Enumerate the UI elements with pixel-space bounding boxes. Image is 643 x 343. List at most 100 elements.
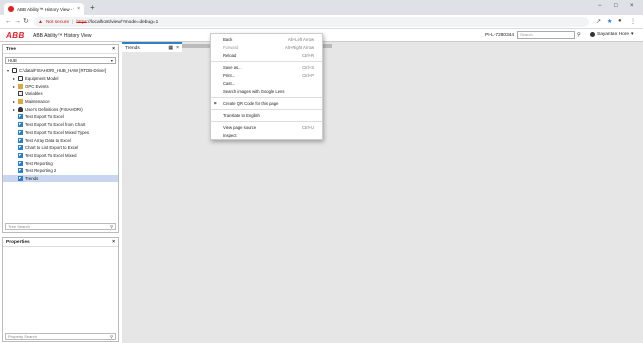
abb-favicon-icon [8, 6, 14, 12]
tree-node[interactable]: Test Export To Excel from Chart [3, 121, 118, 129]
minimize-icon[interactable]: − [598, 3, 602, 9]
menu-item-label: Print... [223, 73, 236, 79]
context-menu: Back Alt+Left Arrow Forward Alt+Right Arrow… [210, 33, 323, 140]
tree-node[interactable]: ▸ User's Definitions (FISAHORI) [3, 105, 118, 113]
search-icon[interactable]: ⚲ [110, 334, 113, 339]
menu-item[interactable]: Print... Ctrl+P [211, 72, 322, 80]
tree-node[interactable]: Test Reporting 2 [3, 167, 118, 175]
tree-node[interactable]: Test Export To Excel Mixed Types [3, 129, 118, 137]
properties-panel-header: Properties × [3, 238, 118, 247]
browser-tab-strip: ABB Ability™ History View - Tren × + − □… [0, 0, 643, 15]
tree-node[interactable]: ▸ Maintenance [3, 98, 118, 106]
search-icon[interactable]: ⚲ [110, 224, 113, 229]
data-source-value: HUB [8, 58, 17, 63]
folder-icon [18, 99, 23, 105]
menu-item[interactable]: Cast... [211, 80, 322, 88]
browser-toolbar: ← → ↻ ▲ Not secure | https://localhost/v… [0, 15, 643, 29]
maximize-icon[interactable]: □ [614, 3, 618, 9]
menu-item[interactable]: Search images with Google Lens [211, 88, 322, 96]
menu-item[interactable]: ⌗ Create QR Code for this page [211, 100, 322, 108]
tree-search-input[interactable]: Tree Search ⚲ [5, 223, 116, 230]
menu-item-label: Cast... [223, 81, 236, 87]
more-menu-icon[interactable]: ⋮ [630, 18, 636, 25]
chevron-right-icon[interactable]: ▸ [12, 76, 16, 81]
profile-icon[interactable]: ● [618, 18, 622, 24]
close-tab-icon[interactable]: × [77, 6, 80, 12]
tree-search-placeholder: Tree Search [8, 224, 30, 229]
not-secure-label[interactable]: Not secure [46, 20, 69, 25]
tree-view: ▾ C:\data\FISAHORI_HUB_HAW [RTDB-Driver] ▸… [3, 67, 118, 183]
tree-node[interactable]: Test Reporting [3, 159, 118, 167]
tab-trends[interactable]: Trends ▦ × [122, 42, 182, 52]
tree-node[interactable]: Trends [3, 174, 118, 183]
server-icon [18, 76, 23, 82]
close-icon[interactable]: × [176, 45, 179, 51]
menu-item[interactable]: View page source Ctrl+U [211, 124, 322, 132]
menu-item-label: Translate to English [223, 113, 260, 119]
tree-node-label: Test Export To Excel Mixed Types [25, 129, 90, 135]
tree-node-label: Equipment Model [25, 76, 59, 82]
forward-arrow-icon[interactable]: → [14, 17, 21, 26]
chart-icon [18, 175, 23, 181]
tree-node[interactable]: Test Export To Excel [3, 113, 118, 121]
menu-item-label: Save as... [223, 65, 242, 71]
close-window-icon[interactable]: × [630, 3, 634, 9]
tree-node[interactable]: ▾ C:\data\FISAHORI_HUB_HAW [RTDB-Driver] [3, 67, 118, 75]
address-bar[interactable]: ▲ Not secure | https://localhost/view/?m… [34, 17, 589, 27]
qr-code-icon: ⌗ [214, 101, 217, 107]
menu-item[interactable]: Back Alt+Left Arrow [211, 36, 322, 44]
bookmark-star-icon[interactable]: ★ [607, 18, 612, 25]
tree-node[interactable]: ▸ Equipment Model [3, 75, 118, 83]
menu-item[interactable]: Inspect [211, 132, 322, 140]
tree-node-label: Variables [25, 91, 43, 97]
tree-node[interactable]: Variables [3, 90, 118, 98]
menu-item[interactable]: Reload Ctrl+R [211, 52, 322, 60]
menu-item-shortcut: Ctrl+R [302, 53, 314, 59]
browser-tab[interactable]: ABB Ability™ History View - Tren × [4, 3, 84, 15]
tree-node[interactable]: Test Export To Excel Mixed [3, 152, 118, 160]
tree-node-label: Test Export To Excel Mixed [25, 152, 77, 158]
abb-logo: ABB [6, 31, 25, 40]
chevron-right-icon[interactable]: ▸ [12, 99, 16, 104]
app-title: ABB Ability™ History View [33, 32, 92, 39]
properties-panel-title: Properties [6, 239, 30, 245]
chart-icon [18, 137, 23, 143]
host-name: PI-L-7280344 [485, 32, 515, 38]
tree-panel-close-icon[interactable]: × [112, 46, 115, 52]
properties-panel-close-icon[interactable]: × [112, 239, 115, 245]
property-search-input[interactable]: Property Search ⚲ [5, 333, 116, 340]
chart-icon [18, 152, 23, 158]
tree-node-label: Maintenance [25, 99, 50, 105]
menu-item-shortcut: Ctrl+S [302, 65, 314, 71]
url-text: ://localhost/view/?mode=debug=1 [86, 19, 159, 25]
menu-item[interactable]: Translate to English [211, 112, 322, 120]
back-arrow-icon[interactable]: ← [5, 17, 12, 26]
app-search-input[interactable]: Search [517, 31, 575, 39]
menu-item-shortcut: Ctrl+U [302, 125, 314, 131]
tree-node[interactable]: ▸ OPC Events [3, 82, 118, 90]
grid-icon[interactable]: ▦ [168, 45, 173, 51]
warning-triangle-icon[interactable]: ▲ [38, 19, 43, 25]
menu-item-label: Create QR Code for this page [223, 101, 279, 107]
user-menu[interactable]: Sayantan Hore ▾ [590, 32, 633, 37]
share-icon[interactable]: ↗ [596, 18, 601, 25]
menu-item-shortcut: Alt+Right Arrow [285, 45, 314, 51]
chevron-right-icon[interactable]: ▸ [12, 107, 16, 112]
server-icon [12, 68, 17, 74]
menu-item-label: Search images with Google Lens [223, 88, 285, 94]
menu-item[interactable]: Save as... Ctrl+S [211, 64, 322, 72]
search-icon[interactable]: ⚲ [577, 32, 581, 38]
menu-item[interactable]: Forward Alt+Right Arrow [211, 44, 322, 52]
user-name: Sayantan Hore [597, 32, 629, 37]
data-source-select[interactable]: HUB ▾ [5, 57, 116, 64]
chevron-right-icon[interactable]: ▸ [12, 84, 16, 89]
new-tab-button[interactable]: + [90, 4, 95, 12]
tree-node[interactable]: Chart to List Export to Excel [3, 144, 118, 152]
properties-panel: Properties × Property Search ⚲ [2, 237, 119, 342]
tree-node-label: Test Reporting 2 [25, 168, 57, 174]
menu-item-label: Inspect [223, 133, 237, 139]
chevron-down-icon[interactable]: ▾ [6, 68, 10, 73]
tree-node[interactable]: Test Array Data to Excel [3, 136, 118, 144]
reload-icon[interactable]: ↻ [23, 17, 29, 26]
url-protocol: https [76, 19, 87, 25]
